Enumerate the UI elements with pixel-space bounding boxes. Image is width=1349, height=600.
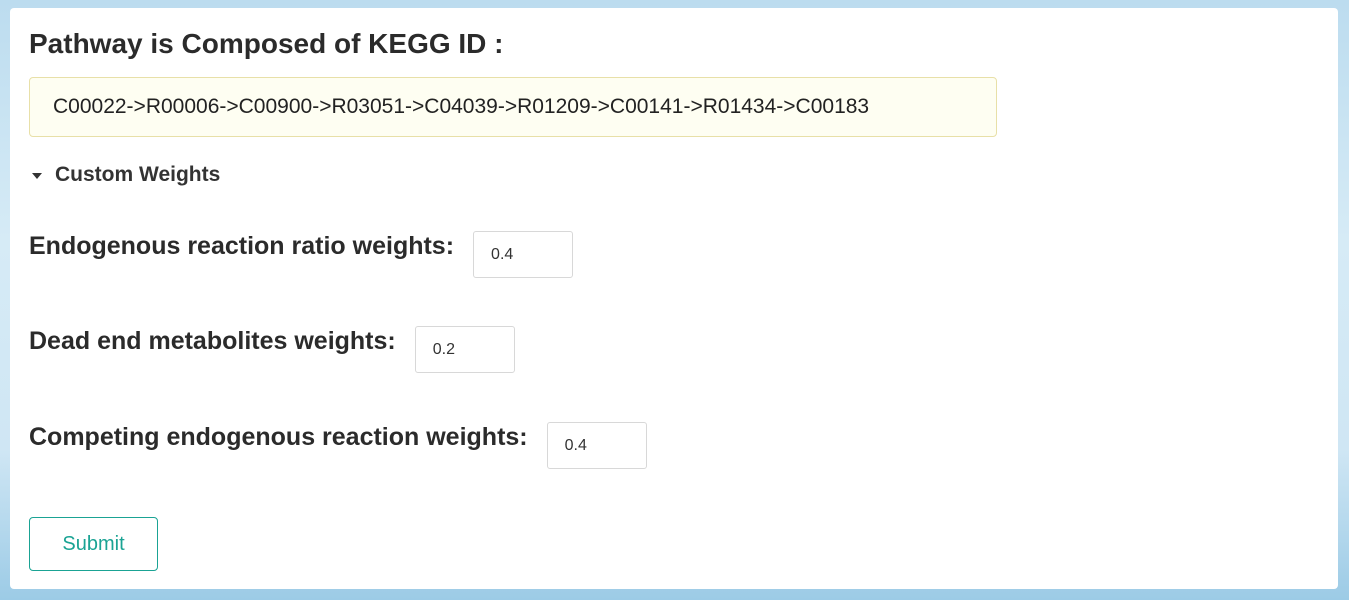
endogenous-weight-label: Endogenous reaction ratio weights: <box>29 232 455 260</box>
dead-end-weight-row: Dead end metabolites weights: <box>29 326 515 373</box>
main-card: Pathway is Composed of KEGG ID : C00022-… <box>10 8 1338 589</box>
page-title: Pathway is Composed of KEGG ID : <box>29 28 504 59</box>
endogenous-weight-row: Endogenous reaction ratio weights: <box>29 231 574 278</box>
dead-end-weight-label: Dead end metabolites weights: <box>29 327 396 355</box>
competing-weight-row: Competing endogenous reaction weights: <box>29 422 647 469</box>
endogenous-weight-input[interactable] <box>473 231 574 278</box>
competing-weight-input[interactable] <box>546 422 647 469</box>
caret-down-icon <box>32 173 42 179</box>
competing-weight-label: Competing endogenous reaction weights: <box>29 423 528 451</box>
submit-button[interactable]: Submit <box>29 517 158 571</box>
dead-end-weight-input[interactable] <box>414 326 515 373</box>
custom-weights-label: Custom Weights <box>55 163 221 186</box>
pathway-id-text: C00022->R00006->C00900->R03051->C04039->… <box>53 95 870 118</box>
pathway-id-box: C00022->R00006->C00900->R03051->C04039->… <box>29 77 997 137</box>
custom-weights-toggle[interactable]: Custom Weights <box>32 162 220 188</box>
